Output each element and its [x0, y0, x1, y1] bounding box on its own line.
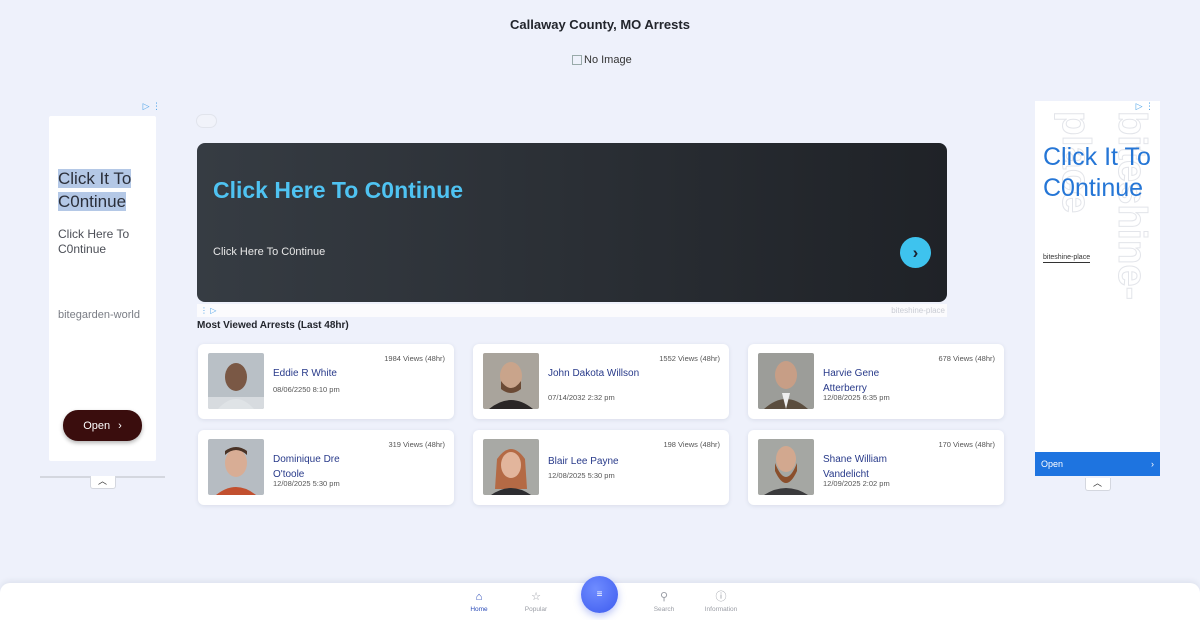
arrest-date: 12/08/2025 6:35 pm: [823, 393, 890, 402]
left-ad-content[interactable]: Click It To C0ntinue Click Here To C0nti…: [49, 116, 156, 461]
view-count: 678 Views (48hr): [938, 354, 995, 363]
right-ad-collapse-toggle[interactable]: ︿: [1084, 478, 1111, 491]
chevron-right-icon: ›: [118, 419, 122, 432]
arrest-card[interactable]: 198 Views (48hr) Blair Lee Payne 12/08/2…: [473, 430, 729, 505]
nav-information-label: Information: [704, 606, 738, 613]
left-ad-brand: bitegarden-world: [58, 309, 140, 321]
nav-popular[interactable]: ☆ Popular: [511, 591, 561, 613]
mugshot-photo[interactable]: [758, 439, 814, 495]
right-ad-headline[interactable]: Click It To C0ntinue: [1043, 142, 1160, 204]
banner-ad-footer: ⋮ ▷ biteshine-place: [197, 304, 947, 317]
arrest-date: 08/06/2250 8:10 pm: [273, 385, 340, 394]
view-count: 198 Views (48hr): [663, 440, 720, 449]
info-icon: ⓘ: [715, 591, 727, 603]
right-ad-open-button[interactable]: Open ›: [1035, 452, 1160, 476]
arrest-date: 12/08/2025 5:30 pm: [273, 479, 340, 488]
arrestee-name[interactable]: Harvie Gene Atterberry: [823, 366, 923, 396]
arrestee-name[interactable]: Shane William Vandelicht: [823, 452, 923, 482]
broken-image-alt-text: No Image: [584, 54, 632, 66]
view-count: 1984 Views (48hr): [384, 354, 445, 363]
chevron-up-icon: ︿: [1092, 478, 1102, 488]
nav-home-label: Home: [470, 606, 488, 613]
right-side-ad[interactable]: biteshine-place Click It To C0ntinue bit…: [1035, 101, 1160, 491]
header-image-placeholder: No Image: [572, 54, 632, 66]
mugshot-photo[interactable]: [758, 353, 814, 409]
chevron-up-icon: ︿: [97, 476, 107, 486]
right-ad-content[interactable]: biteshine-place Click It To C0ntinue bit…: [1035, 101, 1160, 476]
chevron-right-icon: ›: [1151, 459, 1154, 469]
adchoices-icon[interactable]: ⋮ ▷: [200, 306, 216, 315]
arrest-card[interactable]: 170 Views (48hr) Shane William Vandelich…: [748, 430, 1004, 505]
arrest-card[interactable]: 678 Views (48hr) Harvie Gene Atterberry …: [748, 344, 1004, 419]
nav-home[interactable]: ⌂ Home: [454, 591, 504, 613]
arrest-card[interactable]: 1984 Views (48hr) Eddie R White 08/06/22…: [198, 344, 454, 419]
nav-popular-label: Popular: [524, 606, 548, 613]
left-side-ad[interactable]: ▷ ⋮ Click It To C0ntinue Click Here To C…: [40, 101, 165, 489]
nav-search-label: Search: [653, 606, 675, 613]
star-icon: ☆: [531, 591, 541, 603]
view-count: 319 Views (48hr): [388, 440, 445, 449]
mugshot-photo[interactable]: [483, 353, 539, 409]
arrestee-name[interactable]: John Dakota Willson: [548, 366, 648, 381]
right-ad-link[interactable]: biteshine-place: [1043, 254, 1091, 263]
filter-icon: ≡: [596, 589, 603, 600]
left-ad-headline[interactable]: Click It To C0ntinue: [58, 167, 156, 213]
banner-source: biteshine-place: [891, 306, 945, 315]
arrest-card[interactable]: 1552 Views (48hr) John Dakota Willson 07…: [473, 344, 729, 419]
arrestee-name[interactable]: Blair Lee Payne: [548, 454, 648, 469]
banner-title[interactable]: Click Here To C0ntinue: [213, 177, 463, 204]
banner-ad[interactable]: Click Here To C0ntinue Click Here To C0n…: [197, 143, 947, 302]
banner-arrow-button[interactable]: ›: [900, 237, 931, 268]
nav-search[interactable]: ⚲ Search: [639, 591, 689, 613]
arrest-card[interactable]: 319 Views (48hr) Dominique Dre O'toole 1…: [198, 430, 454, 505]
banner-subtitle: Click Here To C0ntinue: [213, 246, 326, 258]
nav-information[interactable]: ⓘ Information: [696, 591, 746, 613]
arrest-date: 12/09/2025 2:02 pm: [823, 479, 890, 488]
mugshot-photo[interactable]: [208, 439, 264, 495]
mugshot-photo[interactable]: [483, 439, 539, 495]
view-count: 1552 Views (48hr): [659, 354, 720, 363]
left-ad-open-button[interactable]: Open ›: [63, 410, 142, 441]
section-title: Most Viewed Arrests (Last 48hr): [197, 320, 349, 331]
mugshot-photo[interactable]: [208, 353, 264, 409]
arrest-date: 12/08/2025 5:30 pm: [548, 471, 615, 480]
arrestee-name[interactable]: Dominique Dre O'toole: [273, 452, 373, 482]
left-ad-collapse-toggle[interactable]: ︿: [89, 476, 116, 489]
arrest-date: 07/14/2032 2:32 pm: [548, 393, 615, 402]
broken-image-icon: [572, 55, 582, 65]
page-title: Callaway County, MO Arrests: [510, 17, 690, 32]
right-ad-open-label: Open: [1041, 459, 1064, 469]
adchoices-icon[interactable]: ▷ ⋮: [143, 101, 161, 112]
search-icon: ⚲: [659, 591, 669, 603]
ghost-pill: [196, 114, 217, 128]
arrestee-name[interactable]: Eddie R White: [273, 366, 373, 381]
view-count: 170 Views (48hr): [938, 440, 995, 449]
chevron-right-icon: ›: [912, 242, 919, 262]
home-icon: ⌂: [475, 591, 483, 603]
filter-fab-button[interactable]: ≡: [581, 576, 618, 613]
adchoices-icon[interactable]: ▷ ⋮: [1136, 101, 1154, 112]
left-ad-open-label: Open: [83, 419, 111, 432]
left-ad-subtext: Click Here To C0ntinue: [58, 227, 130, 256]
